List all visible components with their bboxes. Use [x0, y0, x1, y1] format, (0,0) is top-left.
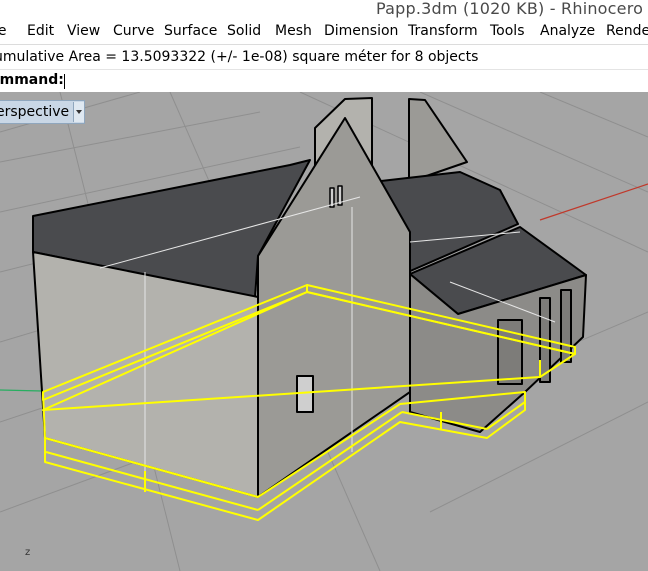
window-title: Papp.3dm (1020 KB) - Rhinocero [376, 0, 644, 18]
menu-analyze[interactable]: Analyze [540, 23, 595, 39]
command-label: ommand: [0, 72, 64, 88]
viewport-menu-button[interactable] [73, 102, 85, 122]
menu-view[interactable]: View [67, 23, 100, 39]
title-bar: Papp.3dm (1020 KB) - Rhinocero [0, 0, 648, 20]
menu-render[interactable]: Rende [606, 23, 648, 39]
viewport-canvas[interactable] [0, 92, 648, 571]
chimney-right[interactable] [408, 98, 468, 183]
perspective-viewport[interactable]: erspective z [0, 92, 648, 571]
house-model[interactable] [32, 97, 587, 498]
menu-dimension[interactable]: Dimension [324, 23, 398, 39]
menu-tools[interactable]: Tools [490, 23, 525, 39]
menu-transform[interactable]: Transform [408, 23, 478, 39]
x-axis-line [539, 183, 648, 221]
chevron-down-icon [76, 110, 83, 114]
y-axis-line [0, 389, 43, 392]
menu-bar: le Edit View Curve Surface Solid Mesh Di… [0, 20, 648, 45]
history-line: umulative Area = 13.5093322 (+/- 1e-08) … [0, 49, 479, 65]
menu-mesh[interactable]: Mesh [275, 23, 312, 39]
menu-surface[interactable]: Surface [164, 23, 217, 39]
viewport-title-tab[interactable]: erspective [0, 100, 86, 124]
menu-edit[interactable]: Edit [27, 23, 54, 39]
menu-solid[interactable]: Solid [227, 23, 261, 39]
text-caret [64, 74, 65, 89]
menu-curve[interactable]: Curve [113, 23, 154, 39]
command-line[interactable]: ommand: [0, 69, 648, 93]
command-input[interactable] [62, 71, 648, 90]
z-axis-label: z [25, 547, 31, 558]
menu-file[interactable]: le [0, 23, 7, 39]
viewport-name[interactable]: erspective [0, 104, 73, 120]
command-history[interactable]: umulative Area = 13.5093322 (+/- 1e-08) … [0, 45, 648, 69]
gable-window[interactable] [296, 375, 314, 413]
